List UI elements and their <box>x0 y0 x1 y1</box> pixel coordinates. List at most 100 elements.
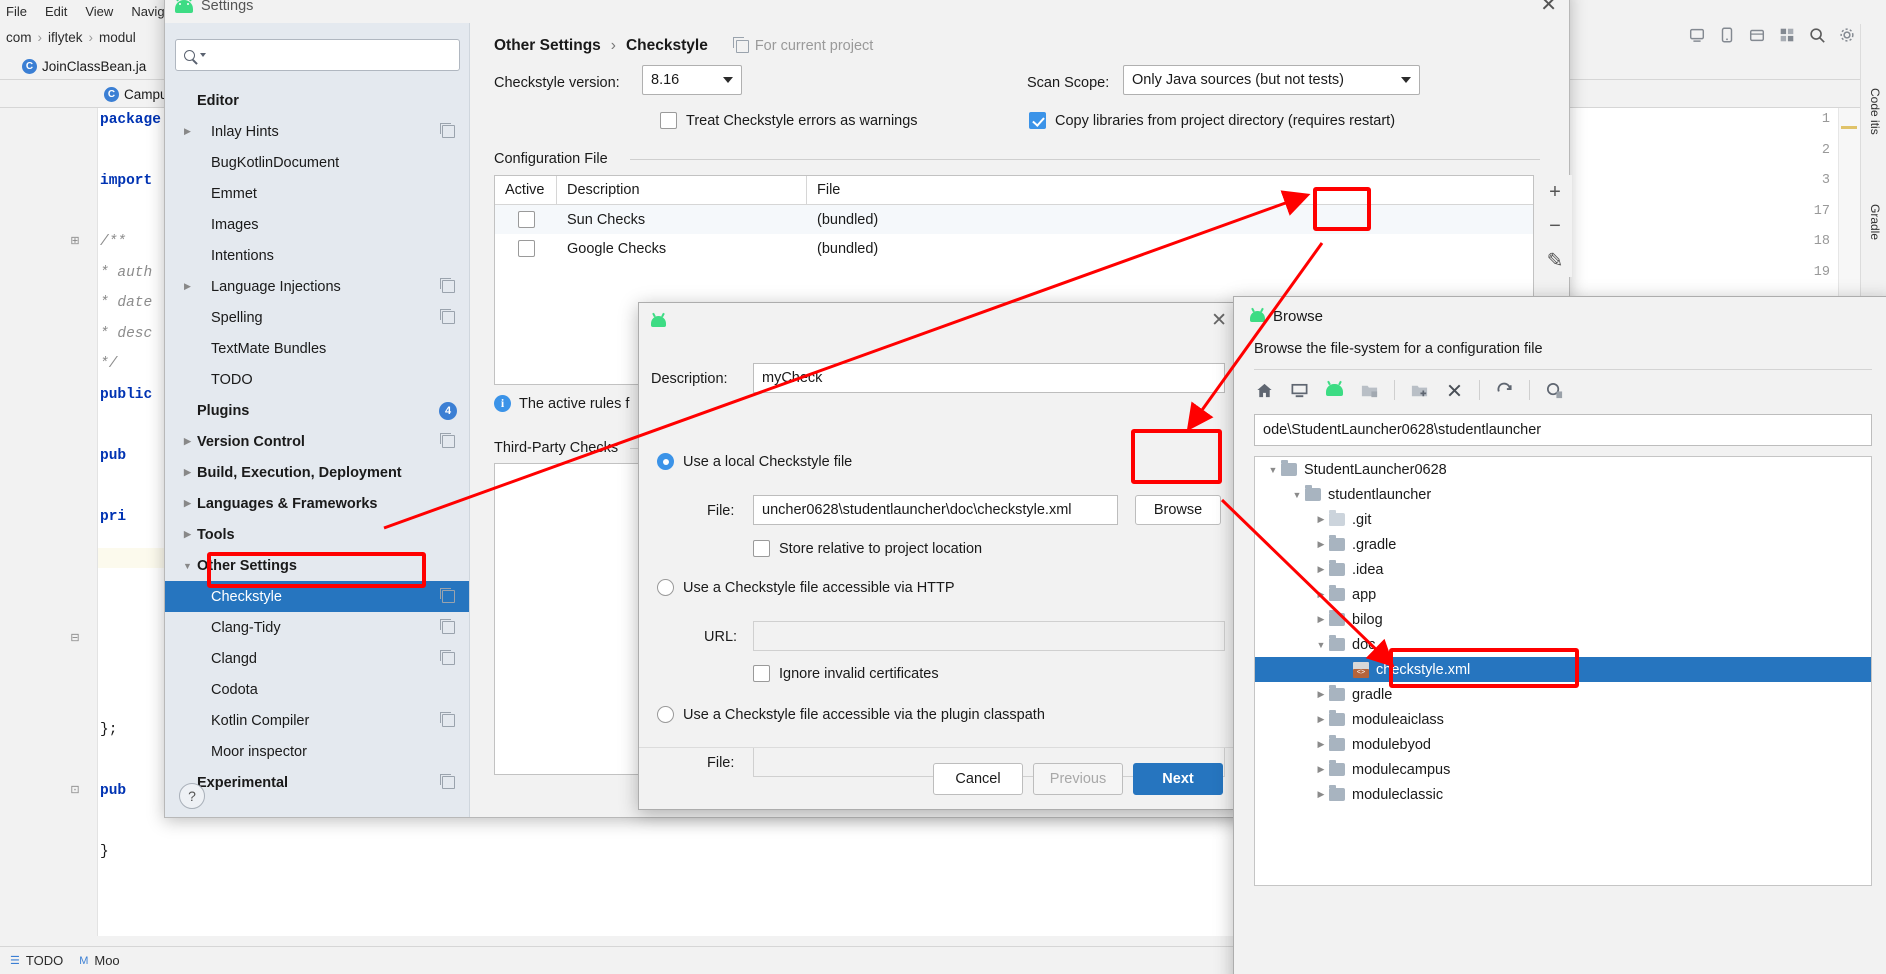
show-hidden-files-icon[interactable] <box>1544 380 1565 401</box>
sidebar-item-spelling[interactable]: ▶ Spelling <box>165 302 469 333</box>
file-tree-node[interactable]: ▶ moduleaiclass <box>1255 707 1871 732</box>
chevron-right-icon[interactable]: ▶ <box>1313 589 1329 600</box>
chevron-right-icon[interactable]: ▶ <box>181 467 194 478</box>
file-tree-node[interactable]: ▶ moduleclassic <box>1255 782 1871 807</box>
file-path-input[interactable]: uncher0628\studentlauncher\doc\checkstyl… <box>753 495 1118 525</box>
chevron-right-icon[interactable]: ▶ <box>181 281 194 292</box>
chevron-down-icon[interactable]: ▼ <box>1289 490 1305 500</box>
table-row[interactable]: Sun Checks (bundled) <box>495 205 1533 234</box>
chevron-right-icon[interactable]: ▶ <box>1313 739 1329 750</box>
status-moo[interactable]: M Moo <box>79 953 119 968</box>
ignore-certificates-checkbox[interactable] <box>753 665 770 682</box>
project-folder-icon[interactable] <box>1359 380 1380 401</box>
chevron-down-icon[interactable]: ▼ <box>181 561 194 571</box>
sidebar-item-moor-inspector[interactable]: ▶ Moor inspector <box>165 736 469 767</box>
file-tree-node[interactable]: ▶ app <box>1255 582 1871 607</box>
delete-icon[interactable] <box>1444 380 1465 401</box>
chevron-right-icon[interactable]: ▶ <box>1313 514 1329 525</box>
remove-configuration-button[interactable]: − <box>1538 209 1572 243</box>
treat-errors-as-warnings-checkbox-row[interactable]: Treat Checkstyle errors as warnings <box>660 112 918 129</box>
file-tree-node[interactable]: ▶ .idea <box>1255 557 1871 582</box>
use-classpath-radio-row[interactable]: Use a Checkstyle file accessible via the… <box>657 706 1045 723</box>
avd-manager-icon[interactable] <box>1718 26 1736 44</box>
sidebar-item-codota[interactable]: ▶ Codota <box>165 674 469 705</box>
use-http-radio[interactable] <box>657 579 674 596</box>
code-fold-icon[interactable]: ⊞ <box>68 234 82 248</box>
sidebar-item-tools[interactable]: ▶ Tools <box>165 519 469 550</box>
chevron-right-icon[interactable]: ▶ <box>1313 714 1329 725</box>
use-local-file-radio[interactable] <box>657 453 674 470</box>
store-relative-checkbox-row[interactable]: Store relative to project location <box>753 540 982 557</box>
new-folder-icon[interactable] <box>1409 380 1430 401</box>
sidebar-item-intentions[interactable]: ▶ Intentions <box>165 240 469 271</box>
file-tree-node[interactable]: ▶ bilog <box>1255 607 1871 632</box>
toolwindow-label-gradle[interactable]: Gradle <box>1868 204 1882 240</box>
file-tree-node[interactable]: ▼ doc <box>1255 632 1871 657</box>
ignore-certificates-checkbox-row[interactable]: Ignore invalid certificates <box>753 665 939 682</box>
file-tree-node[interactable]: ▼ StudentLauncher0628 <box>1255 457 1871 482</box>
path-input[interactable]: ode\StudentLauncher0628\studentlauncher <box>1254 414 1872 446</box>
table-cell-active[interactable] <box>495 234 557 263</box>
file-tree-node[interactable]: ▼ studentlauncher <box>1255 482 1871 507</box>
sidebar-item-editor[interactable]: ▶Editor <box>165 85 469 116</box>
chevron-right-icon[interactable]: ▶ <box>1313 789 1329 800</box>
chevron-right-icon[interactable]: ▶ <box>1313 564 1329 575</box>
copy-libraries-checkbox[interactable] <box>1029 112 1046 129</box>
breadcrumb-item-modul[interactable]: modul <box>99 30 136 45</box>
sidebar-item-language-injections[interactable]: ▶ Language Injections <box>165 271 469 302</box>
file-tree-node[interactable]: ▶ modulebyod <box>1255 732 1871 757</box>
chevron-right-icon[interactable]: ▶ <box>1313 689 1329 700</box>
table-cell-active[interactable] <box>495 205 557 234</box>
sidebar-item-bugkotlindocument[interactable]: ▶ BugKotlinDocument <box>165 147 469 178</box>
checkstyle-version-select[interactable]: 8.16 <box>642 65 742 95</box>
chevron-down-icon[interactable] <box>200 53 206 57</box>
sidebar-item-other-settings[interactable]: ▼ Other Settings <box>165 550 469 581</box>
file-tree-node[interactable]: ▶ .git <box>1255 507 1871 532</box>
breadcrumb-item-iflytek[interactable]: iflytek <box>48 30 83 45</box>
settings-sidebar[interactable]: ▶Editor▶Inlay Hints▶BugKotlinDocument▶Em… <box>165 23 470 817</box>
chevron-right-icon[interactable]: ▶ <box>181 498 194 509</box>
chevron-down-icon[interactable]: ▼ <box>1313 640 1329 650</box>
ide-toolbar-right-icons[interactable] <box>1688 26 1856 44</box>
help-button[interactable]: ? <box>179 783 205 809</box>
sidebar-item-images[interactable]: ▶ Images <box>165 209 469 240</box>
sidebar-item-clang-tidy[interactable]: ▶ Clang-Tidy <box>165 612 469 643</box>
sdk-manager-icon[interactable] <box>1748 26 1766 44</box>
sidebar-item-plugins[interactable]: ▶Plugins 4 <box>165 395 469 426</box>
sidebar-item-experimental[interactable]: ▶Experimental <box>165 767 469 798</box>
home-icon[interactable] <box>1254 380 1275 401</box>
chevron-right-icon[interactable]: ▶ <box>181 126 194 137</box>
sidebar-item-textmate-bundles[interactable]: ▶ TextMate Bundles <box>165 333 469 364</box>
cancel-button[interactable]: Cancel <box>933 762 1023 795</box>
refresh-icon[interactable] <box>1494 380 1515 401</box>
settings-tree[interactable]: ▶Editor▶Inlay Hints▶BugKotlinDocument▶Em… <box>165 85 469 817</box>
previous-button[interactable]: Previous <box>1033 762 1123 795</box>
status-todo[interactable]: ☰ TODO <box>10 953 63 968</box>
scan-scope-select[interactable]: Only Java sources (but not tests) <box>1123 65 1420 95</box>
sidebar-item-inlay-hints[interactable]: ▶ Inlay Hints <box>165 116 469 147</box>
copy-libraries-checkbox-row[interactable]: Copy libraries from project directory (r… <box>1029 112 1395 129</box>
store-relative-checkbox[interactable] <box>753 540 770 557</box>
android-icon[interactable] <box>1324 380 1345 401</box>
editor-gutter[interactable] <box>0 108 98 936</box>
menu-item-view[interactable]: View <box>85 4 113 19</box>
chevron-right-icon[interactable]: ▶ <box>1313 764 1329 775</box>
menu-item-edit[interactable]: Edit <box>45 4 67 19</box>
code-fold-icon[interactable]: ⊟ <box>68 631 82 645</box>
use-local-file-radio-row[interactable]: Use a local Checkstyle file <box>657 453 852 470</box>
chevron-right-icon[interactable]: ▶ <box>1313 539 1329 550</box>
menu-item-file[interactable]: File <box>6 4 27 19</box>
chevron-down-icon[interactable]: ▼ <box>1265 465 1281 475</box>
chevron-right-icon[interactable]: ▶ <box>181 436 194 447</box>
add-configuration-button[interactable]: + <box>1538 175 1572 209</box>
use-classpath-radio[interactable] <box>657 706 674 723</box>
file-tree-node[interactable]: ▶ modulecampus <box>1255 757 1871 782</box>
sidebar-item-emmet[interactable]: ▶ Emmet <box>165 178 469 209</box>
next-button[interactable]: Next <box>1133 762 1223 795</box>
table-body[interactable]: Sun Checks (bundled) Google Checks (bundled… <box>495 205 1533 263</box>
chevron-right-icon[interactable]: ▶ <box>181 529 194 540</box>
layout-inspector-icon[interactable] <box>1778 26 1796 44</box>
table-row[interactable]: Google Checks (bundled) <box>495 234 1533 263</box>
sidebar-item-kotlin-compiler[interactable]: ▶ Kotlin Compiler <box>165 705 469 736</box>
device-manager-icon[interactable] <box>1688 26 1706 44</box>
